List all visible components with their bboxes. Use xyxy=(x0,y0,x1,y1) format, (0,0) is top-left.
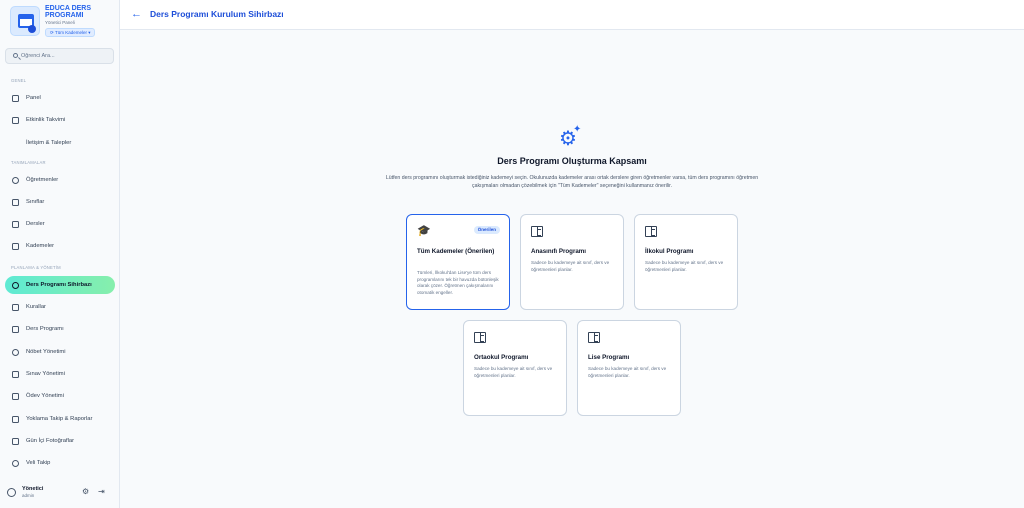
clipboard-icon xyxy=(12,371,19,378)
building-icon xyxy=(12,199,19,206)
main-content: ⚙ ✦ Ders Programı Oluşturma Kapsamı Lütfe… xyxy=(120,30,1024,508)
user-profile: Yönetici admin ⚙ ⇥ xyxy=(7,485,115,501)
calendar-logo-icon xyxy=(10,6,40,36)
sidebar-item-label: Öğretmenler xyxy=(26,177,59,183)
card-title: Anasınıfı Programı xyxy=(531,248,587,255)
user-role: admin xyxy=(22,493,35,498)
card-description: Tümleri, İlkokul'dan Lise'ye tüm ders pr… xyxy=(417,270,499,295)
hierarchy-icon xyxy=(12,243,19,250)
family-icon xyxy=(12,460,19,467)
avatar xyxy=(7,488,16,497)
sidebar-item-events[interactable]: Etkinlik Takvimi xyxy=(5,111,115,129)
level-selector[interactable]: ⟳ Tüm Kademeler ▾ xyxy=(45,28,96,37)
sidebar-item-label: Kurallar xyxy=(26,304,46,310)
sidebar-item-label: Panel xyxy=(26,95,41,101)
sidebar-item-label: Yoklama Takip & Raporlar xyxy=(26,416,93,422)
card-all-levels[interactable]: 🎓 Önerilen Tüm Kademeler (Önerilen) Tüml… xyxy=(406,214,510,310)
sidebar-item-panel[interactable]: Panel xyxy=(5,89,115,107)
sidebar-item-duty[interactable]: Nöbet Yönetimi xyxy=(5,343,115,361)
user-name: Yönetici xyxy=(22,486,44,492)
sidebar-item-lessons[interactable]: Dersler xyxy=(5,215,115,233)
sidebar-item-schedule[interactable]: Ders Programı xyxy=(5,320,115,338)
sidebar-item-label: Nöbet Yönetimi xyxy=(26,349,66,355)
card-title: Lise Programı xyxy=(588,354,630,361)
sidebar-item-classes[interactable]: Sınıflar xyxy=(5,193,115,211)
scope-description: Lütfen ders programını oluşturmak istedi… xyxy=(385,175,759,189)
scale-icon xyxy=(12,304,19,311)
card-kindergarten[interactable]: Anasınıfı Programı Sadece bu kademeye ai… xyxy=(520,214,624,310)
gear-icon xyxy=(12,282,19,289)
sidebar-item-rules[interactable]: Kurallar xyxy=(5,298,115,316)
sidebar-item-label: Gün İçi Fotoğraflar xyxy=(26,438,75,444)
search-box[interactable] xyxy=(5,48,114,64)
sidebar-item-parents[interactable]: Veli Takip xyxy=(5,454,115,472)
section-label-general: GENEL xyxy=(11,78,27,83)
shield-icon xyxy=(12,349,19,356)
checklist-icon xyxy=(12,416,19,423)
card-title: Ortaokul Programı xyxy=(474,354,529,361)
sidebar-item-label: Kademeler xyxy=(26,243,55,249)
app-title: EDUCA DERS PROGRAMI xyxy=(45,5,92,19)
sidebar-item-label: Etkinlik Takvimi xyxy=(26,117,66,123)
sidebar-item-schedule-wizard[interactable]: Ders Programı Sihirbazı xyxy=(5,276,115,294)
scope-title: Ders Programı Oluşturma Kapsamı xyxy=(497,156,647,166)
book-icon xyxy=(645,226,657,237)
logout-icon[interactable]: ⇥ xyxy=(98,488,106,496)
sidebar-item-communication[interactable]: İletişim & Talepler xyxy=(5,134,115,152)
grid-icon xyxy=(12,95,19,102)
sidebar-item-homework[interactable]: Ödev Yönetimi xyxy=(5,387,115,405)
card-high-school[interactable]: Lise Programı Sadece bu kademeye ait sın… xyxy=(577,320,681,416)
sidebar-item-label: Dersler xyxy=(26,221,45,227)
graduation-cap-icon: 🎓 xyxy=(417,225,431,237)
camera-icon xyxy=(12,438,19,445)
page-title: Ders Programı Kurulum Sihirbazı xyxy=(150,9,284,19)
section-label-planning: PLANLAMA & YÖNETİM xyxy=(11,265,61,270)
sidebar: EDUCA DERS PROGRAMI Yönetici Paneli ⟳ Tü… xyxy=(0,0,120,508)
search-icon xyxy=(13,53,18,58)
card-primary-school[interactable]: İlkokul Programı Sadece bu kademeye ait … xyxy=(634,214,738,310)
sidebar-item-teachers[interactable]: Öğretmenler xyxy=(5,171,115,189)
card-title: Tüm Kademeler (Önerilen) xyxy=(417,248,495,255)
sidebar-item-label: Veli Takip xyxy=(26,460,51,466)
card-description: Sadece bu kademeye ait sınıf, ders ve öğ… xyxy=(531,260,610,272)
card-description: Sadece bu kademeye ait sınıf, ders ve öğ… xyxy=(588,366,667,378)
brand: EDUCA DERS PROGRAMI Yönetici Paneli ⟳ Tü… xyxy=(10,4,114,40)
app-subtitle: Yönetici Paneli xyxy=(45,20,75,25)
book-icon xyxy=(12,221,19,228)
sidebar-item-label: İletişim & Talepler xyxy=(26,140,72,146)
sidebar-item-label: Sınıflar xyxy=(26,199,45,205)
gears-icon: ⚙ ✦ xyxy=(559,124,582,150)
search-input[interactable] xyxy=(21,49,111,63)
header: ← Ders Programı Kurulum Sihirbazı xyxy=(120,0,1024,30)
document-icon xyxy=(12,393,19,400)
book-icon xyxy=(588,332,600,343)
card-title: İlkokul Programı xyxy=(645,248,694,255)
card-description: Sadece bu kademeye ait sınıf, ders ve öğ… xyxy=(474,366,553,378)
card-middle-school[interactable]: Ortaokul Programı Sadece bu kademeye ait… xyxy=(463,320,567,416)
back-arrow-icon[interactable]: ← xyxy=(131,7,142,21)
sidebar-item-attendance[interactable]: Yoklama Takip & Raporlar xyxy=(5,410,115,428)
calendar-icon xyxy=(12,117,19,124)
card-description: Sadece bu kademeye ait sınıf, ders ve öğ… xyxy=(645,260,724,272)
sidebar-item-photos[interactable]: Gün İçi Fotoğraflar xyxy=(5,432,115,450)
settings-gear-icon[interactable]: ⚙ xyxy=(82,488,90,496)
calendar-icon xyxy=(12,326,19,333)
recommended-badge: Önerilen xyxy=(473,226,500,234)
sidebar-item-label: Sınav Yönetimi xyxy=(26,371,65,377)
book-icon xyxy=(474,332,486,343)
sidebar-item-label: Ders Programı xyxy=(26,326,64,332)
book-icon xyxy=(531,226,543,237)
user-icon xyxy=(12,177,19,184)
sidebar-item-levels[interactable]: Kademeler xyxy=(5,237,115,255)
section-label-definitions: TANIMLAMALAR xyxy=(11,160,46,165)
sidebar-item-label: Ders Programı Sihirbazı xyxy=(26,282,92,288)
sidebar-item-exams[interactable]: Sınav Yönetimi xyxy=(5,365,115,383)
sidebar-item-label: Ödev Yönetimi xyxy=(26,393,64,399)
